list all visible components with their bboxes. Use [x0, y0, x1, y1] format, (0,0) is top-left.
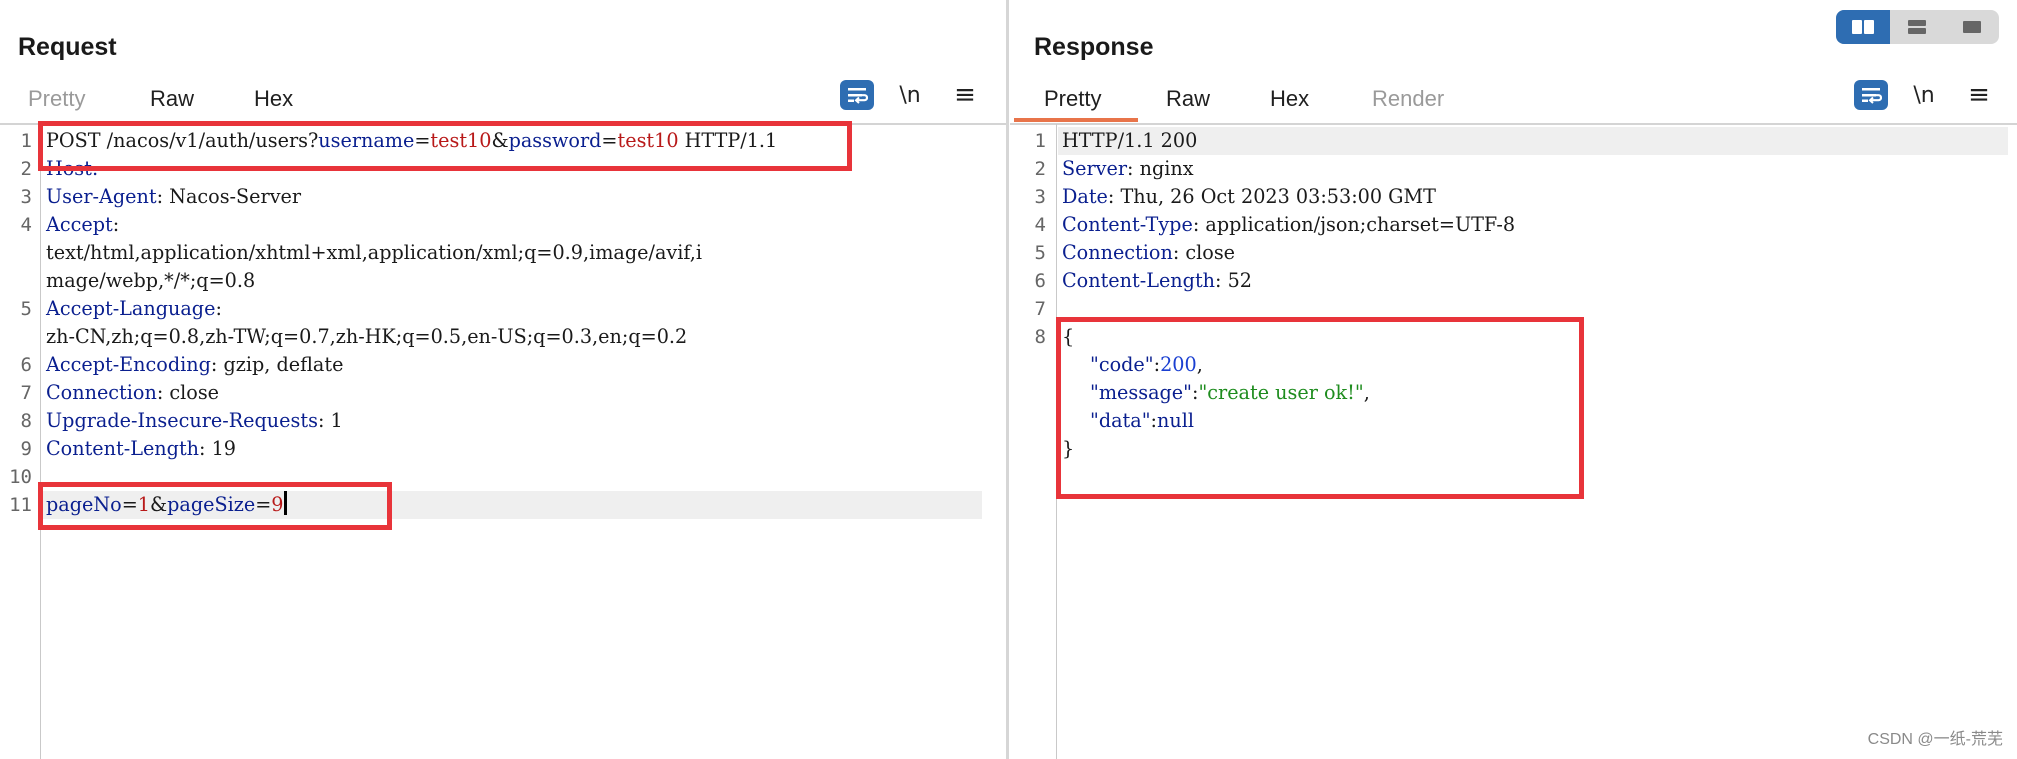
response-menu-button[interactable]: ≡	[1962, 80, 1996, 110]
request-tab-raw[interactable]: Raw	[150, 86, 194, 112]
request-line-5[interactable]: Accept-Language:	[46, 295, 222, 323]
request-gutter-divider	[40, 124, 41, 759]
request-newline-toggle[interactable]: \n	[893, 80, 927, 110]
line-number: 7	[1034, 298, 1046, 320]
request-line-5-cont[interactable]: zh-CN,zh;q=0.8,zh-TW;q=0.7,zh-HK;q=0.5,e…	[46, 323, 687, 351]
response-tab-hex[interactable]: Hex	[1270, 86, 1309, 112]
annotation-box-request-url	[38, 121, 852, 171]
line-number: 6	[20, 354, 32, 376]
active-tab-underline	[1014, 118, 1138, 122]
line-number: 3	[1034, 186, 1046, 208]
split-rows-view-button[interactable]	[1890, 10, 1944, 44]
response-pane: Response Pretty Raw Hex Render \n ≡ 1 2 …	[1010, 0, 2017, 759]
response-tab-pretty[interactable]: Pretty	[1044, 86, 1101, 112]
line-number: 10	[9, 466, 32, 488]
line-number: 2	[1034, 158, 1046, 180]
single-layout-icon	[1962, 21, 1981, 33]
request-line-4-cont[interactable]: mage/webp,*/*;q=0.8	[46, 267, 255, 295]
response-tab-render[interactable]: Render	[1372, 86, 1444, 112]
request-pane: Request Pretty Raw Hex \n ≡ 1 2 3 4 5 6 …	[0, 0, 1006, 759]
pane-splitter[interactable]	[1006, 0, 1009, 759]
layout-view-toggle	[1836, 10, 1999, 44]
columns-layout-icon	[1852, 20, 1875, 34]
request-tab-pretty[interactable]: Pretty	[28, 86, 85, 112]
annotation-box-response-body	[1056, 317, 1584, 499]
request-line-6[interactable]: Accept-Encoding: gzip, deflate	[46, 351, 343, 379]
wrap-lines-icon	[848, 88, 868, 104]
request-line-9[interactable]: Content-Length: 19	[46, 435, 236, 463]
response-tab-raw[interactable]: Raw	[1166, 86, 1210, 112]
wrap-lines-icon	[1862, 88, 1882, 104]
line-number: 7	[20, 382, 32, 404]
annotation-box-request-body	[38, 482, 392, 530]
single-view-button[interactable]	[1945, 10, 1999, 44]
request-tab-hex[interactable]: Hex	[254, 86, 293, 112]
request-line-4-cont[interactable]: text/html,application/xhtml+xml,applicat…	[46, 239, 702, 267]
response-line-3[interactable]: Date: Thu, 26 Oct 2023 03:53:00 GMT	[1062, 183, 1436, 211]
rows-layout-icon	[1908, 20, 1927, 34]
line-number: 6	[1034, 270, 1046, 292]
request-line-8[interactable]: Upgrade-Insecure-Requests: 1	[46, 407, 343, 435]
request-wrap-lines-button[interactable]	[840, 80, 874, 110]
line-number: 2	[20, 158, 32, 180]
line-number: 5	[20, 298, 32, 320]
hamburger-menu-icon: ≡	[1968, 80, 1990, 110]
request-line-4[interactable]: Accept:	[46, 211, 119, 239]
response-line-4[interactable]: Content-Type: application/json;charset=U…	[1062, 211, 1515, 239]
split-columns-view-button[interactable]	[1836, 10, 1891, 44]
request-title: Request	[18, 33, 117, 61]
line-number: 9	[20, 438, 32, 460]
response-newline-toggle[interactable]: \n	[1907, 80, 1941, 110]
response-line-5[interactable]: Connection: close	[1062, 239, 1235, 267]
watermark: CSDN @一纸-荒芜	[1867, 731, 2003, 748]
line-number: 1	[20, 130, 32, 152]
line-number: 11	[9, 494, 32, 516]
line-number: 4	[20, 214, 32, 236]
line-number: 8	[1034, 326, 1046, 348]
hamburger-menu-icon: ≡	[954, 80, 976, 110]
response-tab-divider	[1010, 123, 2017, 125]
response-title: Response	[1034, 33, 1154, 61]
line-number: 5	[1034, 242, 1046, 264]
request-line-3[interactable]: User-Agent: Nacos-Server	[46, 183, 301, 211]
current-line-highlight	[1058, 127, 2008, 155]
response-line-6[interactable]: Content-Length: 52	[1062, 267, 1252, 295]
line-number: 3	[20, 186, 32, 208]
line-number: 4	[1034, 214, 1046, 236]
response-line-1[interactable]: HTTP/1.1 200	[1062, 127, 1197, 155]
response-wrap-lines-button[interactable]	[1854, 80, 1888, 110]
line-number: 8	[20, 410, 32, 432]
request-line-7[interactable]: Connection: close	[46, 379, 219, 407]
request-menu-button[interactable]: ≡	[948, 80, 982, 110]
line-number: 1	[1034, 130, 1046, 152]
response-line-2[interactable]: Server: nginx	[1062, 155, 1194, 183]
